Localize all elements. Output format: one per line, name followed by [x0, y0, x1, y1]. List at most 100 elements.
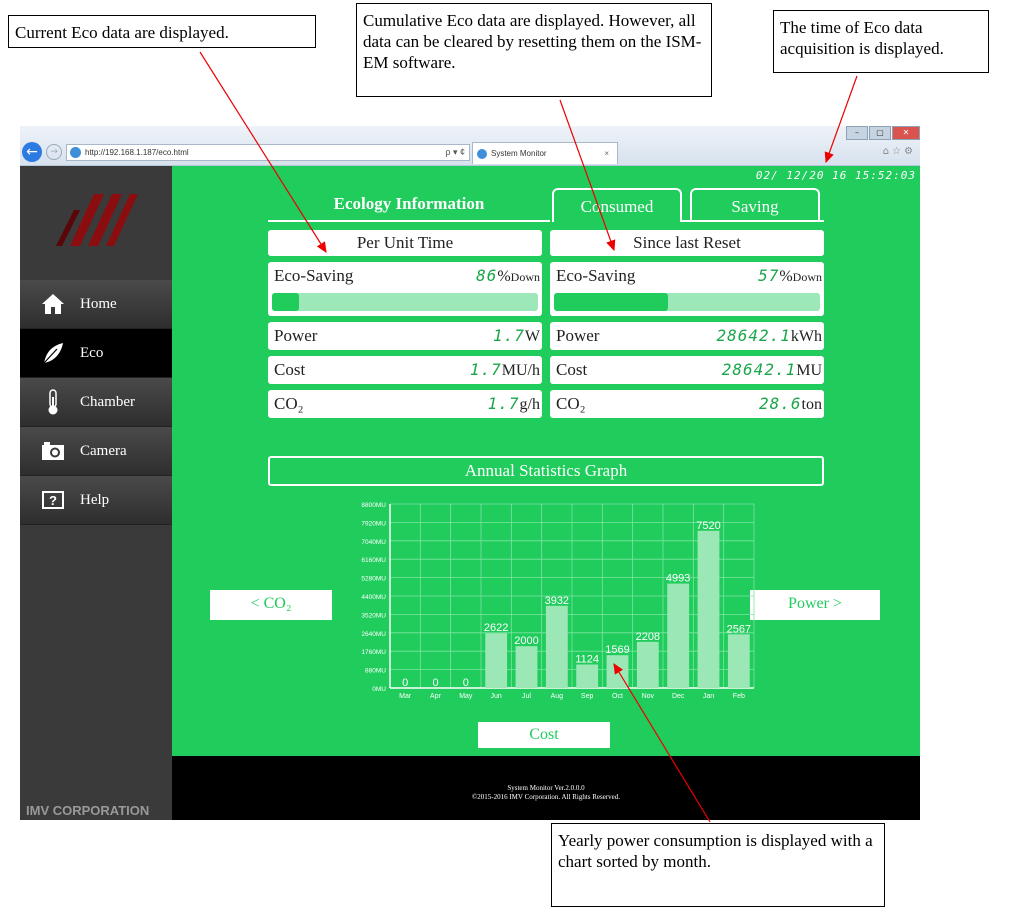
y-tick-label: 0MU	[372, 686, 386, 693]
bar	[636, 641, 659, 688]
x-tick-label: Jun	[491, 693, 502, 700]
per-unit-power: Power 1.7W	[268, 322, 542, 350]
co2-value: 28.6	[759, 394, 802, 413]
bar	[667, 583, 690, 688]
footer-copyright: ©2015-2016 IMV Corporation. All Rights R…	[471, 793, 621, 801]
forward-arrow-icon[interactable]: →	[46, 144, 62, 160]
sidebar-item-label: Chamber	[80, 393, 135, 410]
tab-consumed[interactable]: Consumed	[552, 188, 682, 222]
minimize-icon[interactable]: –	[846, 126, 868, 140]
home-icon	[40, 291, 66, 317]
tab-saving[interactable]: Saving	[690, 188, 820, 222]
bar	[727, 634, 750, 688]
cost-label: Cost	[274, 360, 306, 379]
corporation-name: IMV CORPORATION	[26, 803, 150, 818]
co2-unit: g/h	[519, 396, 540, 413]
bar-value-label: 2622	[484, 622, 508, 634]
bar-value-label: 2567	[727, 623, 751, 635]
tab-close-icon[interactable]: ×	[604, 143, 609, 165]
sidebar-nav: Home Eco Chamber Camera ? Help	[20, 280, 172, 525]
power-label: Power	[274, 326, 318, 345]
cost-unit: MU/h	[501, 362, 540, 379]
eco-unit: %	[497, 268, 511, 285]
bar	[606, 655, 629, 688]
x-tick-label: Mar	[399, 693, 412, 700]
cost-label: Cost	[556, 360, 588, 379]
x-tick-label: Apr	[430, 693, 442, 700]
sidebar-item-help[interactable]: ? Help	[20, 476, 172, 525]
back-arrow-icon[interactable]: ←	[22, 142, 42, 162]
browser-toolbar: ← → http://192.168.1.187/eco.html ρ ▾ ¢ …	[20, 126, 920, 166]
power-unit: kWh	[790, 328, 822, 345]
since-reset-cost: Cost 28642.1MU	[550, 356, 824, 384]
bar-value-label: 3932	[545, 595, 569, 607]
address-bar[interactable]: http://192.168.1.187/eco.html ρ ▾ ¢	[66, 144, 470, 161]
address-url: http://192.168.1.187/eco.html	[85, 148, 189, 157]
svg-text:?: ?	[49, 493, 57, 508]
home-star-gear-icons[interactable]: ⌂☆⚙	[883, 146, 916, 157]
maximize-icon[interactable]: ▢	[869, 126, 891, 140]
power-unit: W	[524, 328, 540, 345]
sidebar-item-camera[interactable]: Camera	[20, 427, 172, 476]
eco-unit: %	[779, 268, 793, 285]
eco-saving-value: 57	[758, 266, 780, 285]
help-icon: ?	[40, 487, 66, 513]
sidebar-item-label: Eco	[80, 344, 104, 361]
sidebar-item-chamber[interactable]: Chamber	[20, 378, 172, 427]
bar	[545, 605, 568, 688]
x-tick-label: Jul	[522, 693, 531, 700]
acquisition-datetime: 02/ 12/20 16 15:52:03	[755, 169, 916, 182]
browser-window: ← → http://192.168.1.187/eco.html ρ ▾ ¢ …	[20, 126, 920, 820]
system-monitor-app: Home Eco Chamber Camera ? Help IMV CORPO…	[20, 166, 920, 820]
bar-value-label: 4993	[666, 573, 690, 585]
callout-time: The time of Eco data acquisition is disp…	[773, 10, 989, 73]
search-refresh-icon[interactable]: ρ ▾ ¢	[445, 145, 465, 160]
eco-saving-value: 86	[476, 266, 498, 285]
annual-bar-chart: 0MU 880MU 1760MU 2640MU 3520MU 4400MU 5280MU 61…	[361, 502, 755, 700]
prev-graph-button[interactable]: < CO₂	[210, 590, 332, 620]
y-tick-label: 880MU	[365, 668, 386, 675]
per-unit-eco-saving: Eco-Saving 86%Down	[268, 262, 542, 316]
sidebar: Home Eco Chamber Camera ? Help IMV CORPO…	[20, 166, 172, 820]
x-tick-label: Sep	[581, 693, 594, 700]
main-panel: 02/ 12/20 16 15:52:03 Ecology Informatio…	[172, 166, 920, 756]
y-tick-label: 5280MU	[361, 576, 386, 583]
power-value: 1.7	[492, 326, 525, 345]
bar	[485, 633, 508, 688]
thermometer-icon	[40, 389, 66, 415]
y-tick-label: 8800MU	[361, 502, 386, 509]
y-tick-label: 3520MU	[361, 612, 386, 619]
per-unit-heading: Per Unit Time	[268, 230, 542, 256]
cost-mode-button[interactable]: Cost	[478, 722, 610, 748]
co2-unit: ton	[801, 396, 822, 413]
sidebar-item-home[interactable]: Home	[20, 280, 172, 329]
close-window-icon[interactable]: ✕	[892, 126, 920, 140]
power-label: Power	[556, 326, 600, 345]
camera-icon	[40, 438, 66, 464]
y-tick-label: 4400MU	[361, 594, 386, 601]
bar-value-label: 0	[463, 677, 469, 689]
imv-logo	[56, 194, 138, 246]
eco-saving-label: Eco-Saving	[274, 266, 354, 285]
eco-saving-label: Eco-Saving	[556, 266, 636, 285]
y-tick-label: 7920MU	[361, 520, 386, 527]
eco-suffix: Down	[510, 270, 540, 284]
ie-page-icon	[70, 147, 81, 158]
footer: System Monitor Ver.2.0.0.0 ©2015-2016 IM…	[172, 756, 920, 820]
eco-suffix: Down	[792, 270, 822, 284]
since-reset-heading: Since last Reset	[550, 230, 824, 256]
bar	[515, 646, 538, 688]
bar	[576, 664, 599, 688]
leaf-icon	[40, 340, 66, 366]
eco-saving-progress-fill	[554, 293, 669, 311]
x-tick-label: May	[459, 693, 473, 700]
page-title: Ecology Information	[268, 192, 550, 222]
eco-saving-progress-fill	[272, 293, 299, 311]
browser-tab[interactable]: System Monitor ×	[472, 142, 618, 164]
bar-value-label: 7520	[696, 520, 720, 532]
sidebar-item-label: Help	[80, 491, 110, 508]
since-reset-co2: CO₂ 28.6ton	[550, 390, 824, 418]
per-unit-co2: CO₂ 1.7g/h	[268, 390, 542, 418]
sidebar-item-eco[interactable]: Eco	[20, 329, 172, 378]
next-graph-button[interactable]: Power >	[750, 590, 880, 620]
